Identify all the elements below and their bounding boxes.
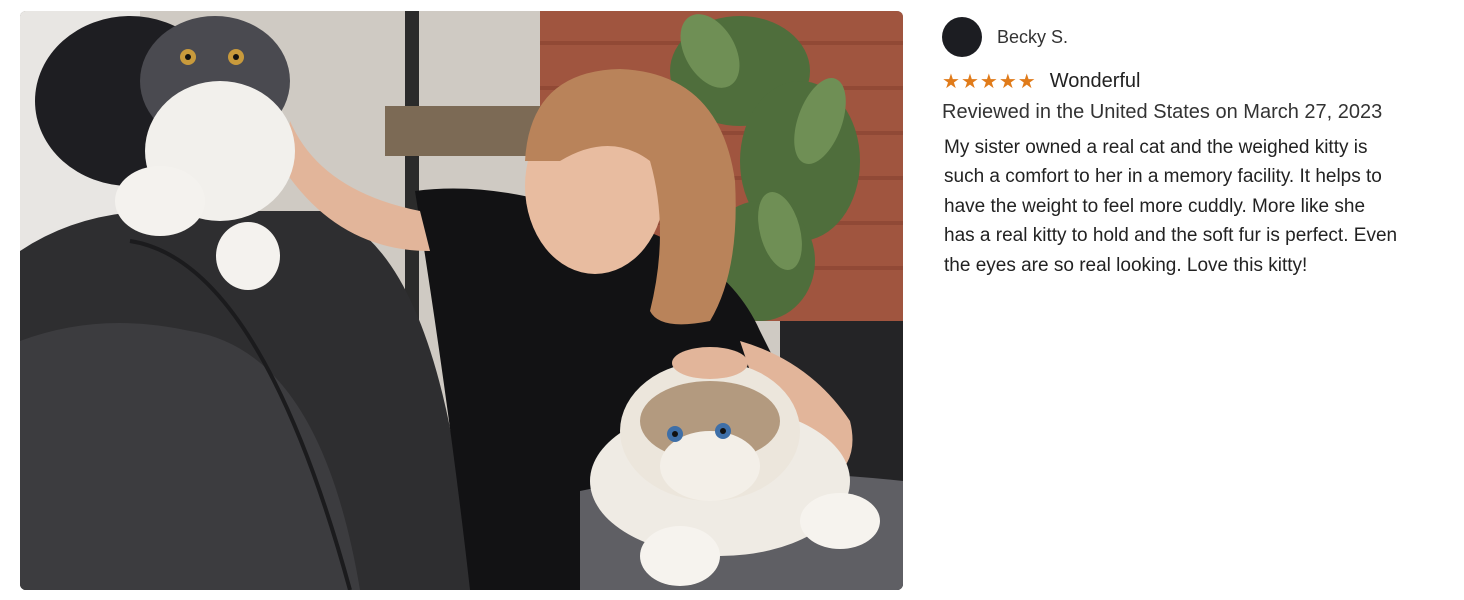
star-rating[interactable]: ★ ★ ★ ★ ★ (942, 70, 1036, 92)
review-card: Becky S. ★ ★ ★ ★ ★ Wonderful Reviewed in the… (942, 17, 1412, 280)
review-date: Reviewed in the United States on March 2… (942, 101, 1383, 123)
star-icon: ★ (998, 69, 1017, 93)
review-photo-image (20, 11, 903, 590)
reviewer-name[interactable]: Becky S. (997, 27, 1068, 48)
review-title[interactable]: Wonderful (1050, 70, 1141, 93)
avatar[interactable] (942, 17, 982, 57)
reviewer-header: Becky S. (942, 17, 1412, 57)
star-icon: ★ (942, 69, 960, 93)
review-photo[interactable] (20, 11, 903, 590)
star-icon: ★ (960, 69, 979, 93)
star-icon: ★ (979, 69, 998, 93)
star-icon: ★ (1017, 69, 1036, 93)
review-body: My sister owned a real cat and the weigh… (944, 137, 1398, 276)
rating-row: ★ ★ ★ ★ ★ Wonderful (942, 69, 1412, 93)
